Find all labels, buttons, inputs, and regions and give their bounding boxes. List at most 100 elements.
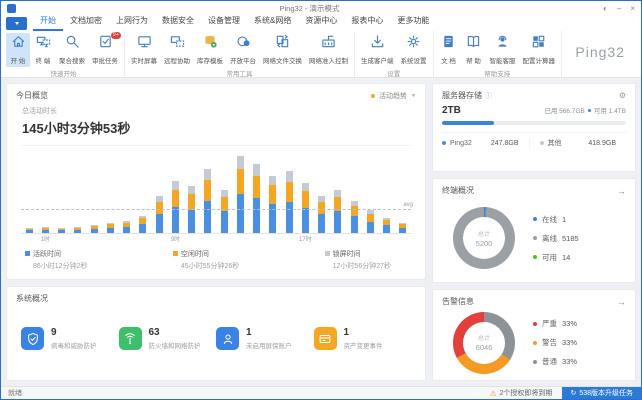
tab-上网行为[interactable]: 上网行为 xyxy=(109,15,155,31)
close-button[interactable]: × xyxy=(630,4,635,14)
bar-slot xyxy=(200,146,216,233)
bar-segment-空闲时间 xyxy=(204,180,211,201)
bar xyxy=(58,146,65,233)
bar-segment-锁屏时间 xyxy=(204,169,211,180)
bar xyxy=(383,146,390,233)
ribbon-button[interactable]: 库存模板 xyxy=(194,33,226,67)
bar-slot xyxy=(102,146,118,233)
x-tick xyxy=(362,235,378,245)
tab-开始[interactable]: 开始 xyxy=(33,15,63,31)
bar-slot xyxy=(167,146,183,233)
ribbon-button[interactable]: 系统设置 xyxy=(398,33,430,67)
tab-数据安全[interactable]: 数据安全 xyxy=(155,15,201,31)
bar-slot xyxy=(395,146,411,233)
notification-badge: 9+ xyxy=(111,32,121,39)
theme-toggle-icon[interactable]: ◐ xyxy=(603,4,608,14)
tab-文档加密[interactable]: 文档加密 xyxy=(63,15,109,31)
bar-slot xyxy=(346,146,362,233)
tab-更多功能[interactable]: 更多功能 xyxy=(390,15,436,31)
donut-legend-label: 离线 xyxy=(542,233,557,244)
ribbon-button[interactable]: 远程协助 xyxy=(161,33,193,67)
bar-segment-锁屏时间 xyxy=(172,181,179,190)
tab-报表中心[interactable]: 报表中心 xyxy=(344,15,390,31)
upgrade-tasks-link[interactable]: ↻ 538版本升级任务 xyxy=(562,387,641,399)
x-tick xyxy=(232,235,248,245)
legend-value: 12小时56分钟27秒 xyxy=(333,261,391,271)
search-icon xyxy=(65,34,80,54)
bar-segment-活跃时间 xyxy=(139,224,146,233)
legend-value: 86小时12分钟2秒 xyxy=(33,261,87,271)
ribbon-group: 实时屏幕远程协助库存模板开放平台网络文件交换网络准入控制常用工具 xyxy=(125,31,355,77)
bar-slot xyxy=(119,146,135,233)
bar xyxy=(172,146,179,233)
dot-icon xyxy=(540,141,544,145)
license-expiry-warning[interactable]: ⚠ 2个授权即将到期 xyxy=(490,388,553,398)
title-bar: Ping32 - 演示模式 ◐ – × xyxy=(1,1,641,16)
bar-segment-锁屏时间 xyxy=(286,171,293,181)
ribbon-button[interactable]: 文 档 xyxy=(437,33,461,67)
trend-dropdown[interactable]: 活动趋势 ▼ xyxy=(371,91,416,101)
terminals-detail-arrow-icon[interactable]: → xyxy=(617,186,626,196)
dot-icon xyxy=(533,322,537,326)
bar-segment-活跃时间 xyxy=(42,230,49,233)
ribbon-button[interactable]: 聚合搜索 xyxy=(56,33,88,67)
average-label: avg xyxy=(403,202,413,208)
calculator-icon xyxy=(531,34,546,54)
ribbon-button[interactable]: 开放平台 xyxy=(227,33,259,67)
storage-progress-bar xyxy=(442,121,626,125)
minimize-button[interactable]: – xyxy=(617,4,621,14)
legend-item: 锁屏时间12小时56分钟27秒 xyxy=(325,249,391,271)
tab-设备管理[interactable]: 设备管理 xyxy=(201,15,247,31)
tab-资源中心[interactable]: 资源中心 xyxy=(298,15,344,31)
ribbon-button[interactable]: 配置计算器 xyxy=(520,33,559,67)
storage-item-label: 其他 xyxy=(548,138,562,148)
panel-title: 今日概览 xyxy=(16,90,48,101)
bar-segment-空闲时间 xyxy=(253,176,260,199)
ribbon-button[interactable]: 帮 助 xyxy=(462,33,486,67)
ribbon-group: 开 始终 端聚合搜索审批任务9+快速开始 xyxy=(3,31,125,77)
ribbon-button[interactable]: 实时屏幕 xyxy=(128,33,160,67)
bar xyxy=(123,146,130,233)
donut-center-label: 总计 xyxy=(478,333,490,342)
ribbon-button[interactable]: 生成客户端 xyxy=(358,33,397,67)
remote-icon xyxy=(170,34,185,54)
bar-slot xyxy=(265,146,281,233)
ribbon-button[interactable]: 终 端 xyxy=(31,33,55,67)
donut-legend-value: 33% xyxy=(562,357,577,366)
tab-系统&网络[interactable]: 系统&网络 xyxy=(247,15,298,31)
bar-segment-活跃时间 xyxy=(334,211,341,233)
x-tick xyxy=(281,235,297,245)
donut-legend-value: 33% xyxy=(562,319,577,328)
storage-item-label: Ping32 xyxy=(450,140,472,147)
alerts-donut-chart: 总计 6046 xyxy=(453,312,515,374)
info-icon[interactable]: ⓘ xyxy=(485,91,492,101)
ribbon-button[interactable]: 网络准入控制 xyxy=(306,33,351,67)
bar xyxy=(351,146,358,233)
average-line: avg xyxy=(21,209,411,210)
ribbon-button[interactable]: 开 始 xyxy=(6,33,30,67)
bar-segment-活跃时间 xyxy=(74,230,81,233)
home-icon xyxy=(11,34,26,54)
ribbon-button[interactable]: 智能客服 xyxy=(487,33,519,67)
storage-settings-icon[interactable]: ⚙ xyxy=(619,91,626,100)
ribbon-button[interactable]: 审批任务9+ xyxy=(89,33,121,67)
bar-segment-活跃时间 xyxy=(302,208,309,233)
bar-segment-空闲时间 xyxy=(156,202,163,214)
status-ready: 就绪 xyxy=(8,388,22,398)
activity-chart: avg 1时9时17时 xyxy=(21,143,411,245)
bar xyxy=(74,146,81,233)
bar xyxy=(26,146,33,233)
upgrade-text: 538版本升级任务 xyxy=(579,388,633,398)
donut-center-label: 总计 xyxy=(478,229,490,238)
donut-legend-item: 严重33% xyxy=(533,318,623,329)
ribbon-button-label: 开放平台 xyxy=(230,55,256,65)
bar xyxy=(42,146,49,233)
stat-value: 1 xyxy=(344,327,383,338)
app-menu-button[interactable] xyxy=(6,17,27,30)
legend-color-icon xyxy=(173,251,178,256)
alerts-detail-arrow-icon[interactable]: → xyxy=(617,297,626,307)
ribbon-button[interactable]: 网络文件交换 xyxy=(260,33,305,67)
ribbon-group: 生成客户端系统设置设置 xyxy=(355,31,434,77)
trend-dot-icon xyxy=(371,94,375,98)
bar-slot xyxy=(151,146,167,233)
